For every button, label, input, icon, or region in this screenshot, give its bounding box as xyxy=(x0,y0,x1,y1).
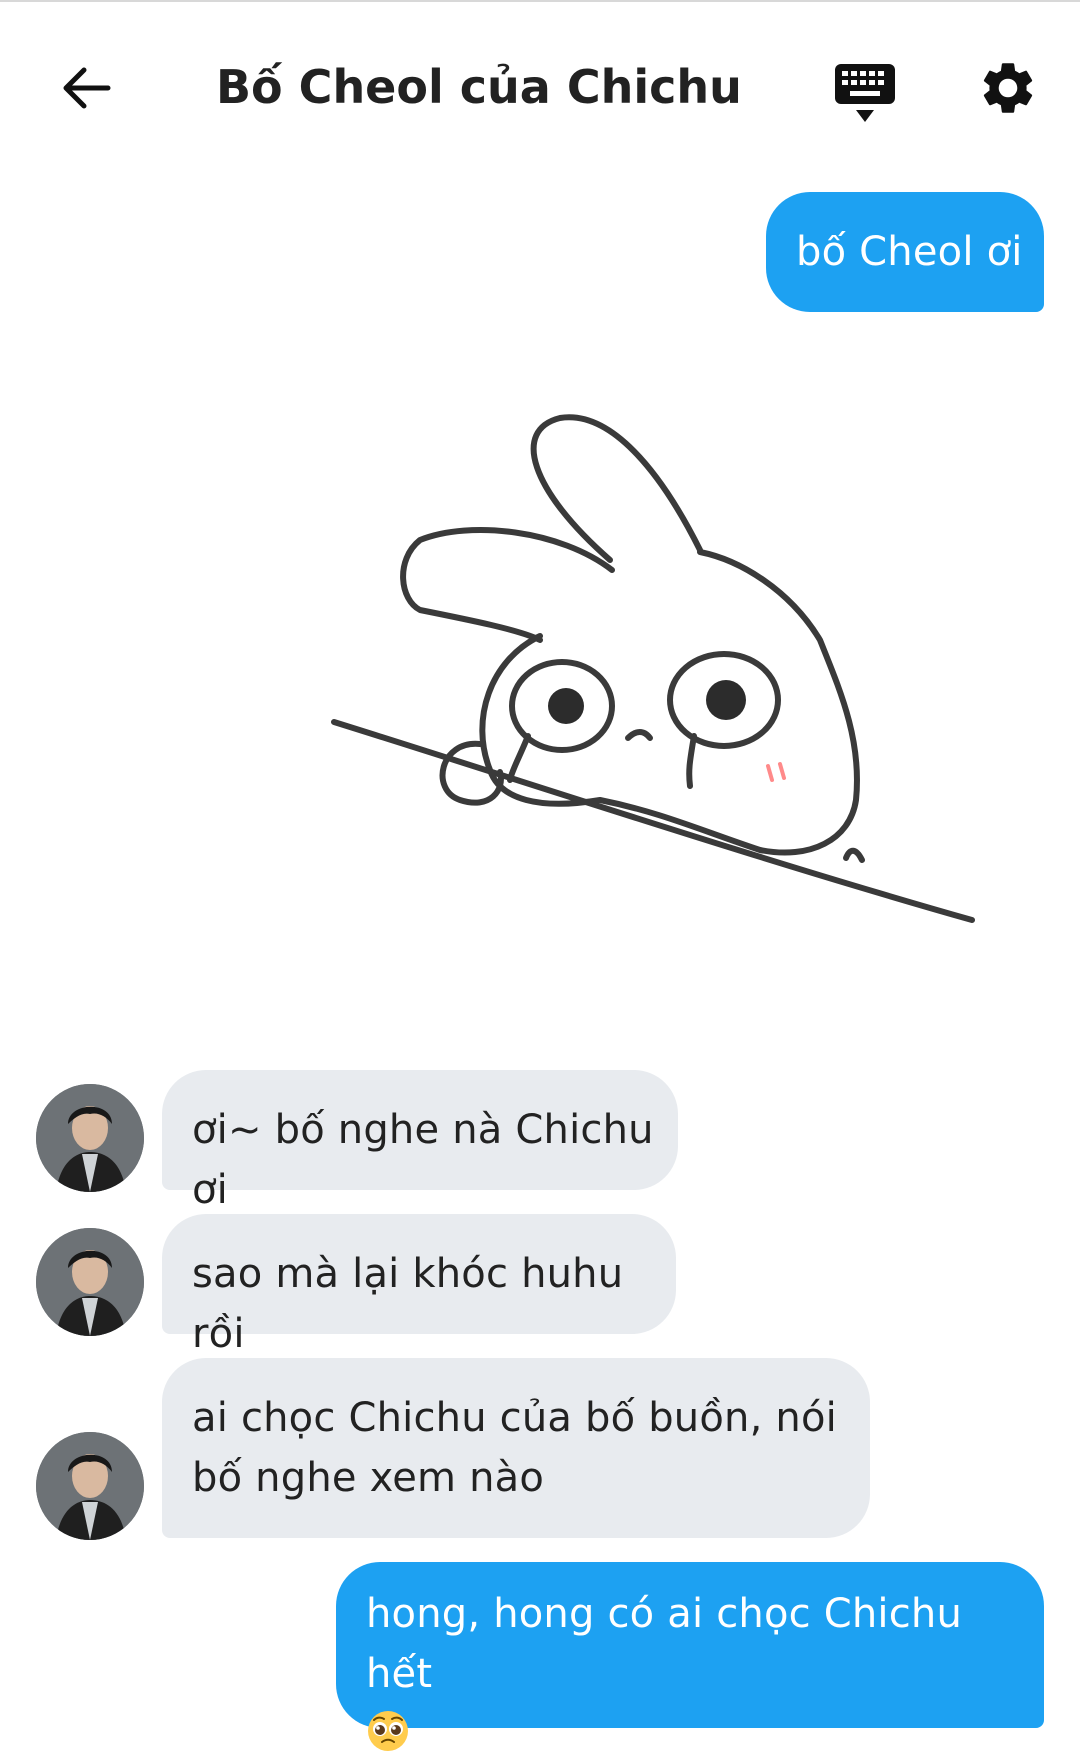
crying-bunny-sticker[interactable] xyxy=(320,400,980,960)
avatar-image xyxy=(36,1228,144,1336)
message-text: hong, hong có ai chọc Chichu hết xyxy=(366,1591,963,1697)
message-bubble-incoming[interactable]: sao mà lại khóc huhu rồi xyxy=(162,1214,676,1357)
chat-header: Bố Cheol của Chichu xyxy=(0,2,1080,172)
message-bubble-outgoing[interactable]: hong, hong có ai chọc Chichu hết xyxy=(336,1562,1044,1751)
message-text: ai chọc Chichu của bố buồn, nói bố nghe … xyxy=(192,1395,837,1501)
message-text: bố Cheol ơi xyxy=(796,229,1023,275)
chat-title: Bố Cheol của Chichu xyxy=(216,60,742,114)
gear-icon xyxy=(983,63,1033,113)
keyboard-toggle-button[interactable] xyxy=(822,50,908,136)
avatar-image xyxy=(36,1432,144,1540)
back-button[interactable] xyxy=(44,46,128,130)
avatar[interactable] xyxy=(36,1084,144,1192)
message-text: ơi~ bố nghe nà Chichu ơi xyxy=(192,1107,654,1213)
message-bubble-incoming[interactable]: ai chọc Chichu của bố buồn, nói bố nghe … xyxy=(162,1358,870,1538)
pleading-face-emoji xyxy=(368,1711,408,1751)
avatar[interactable] xyxy=(36,1228,144,1336)
arrow-left-icon xyxy=(63,67,111,109)
avatar[interactable] xyxy=(36,1432,144,1540)
keyboard-hide-icon xyxy=(835,64,895,122)
message-bubble-outgoing[interactable]: bố Cheol ơi xyxy=(766,192,1044,312)
message-text: sao mà lại khóc huhu rồi xyxy=(192,1251,624,1357)
settings-button[interactable] xyxy=(968,48,1048,128)
message-bubble-incoming[interactable]: ơi~ bố nghe nà Chichu ơi xyxy=(162,1070,678,1213)
avatar-image xyxy=(36,1084,144,1192)
